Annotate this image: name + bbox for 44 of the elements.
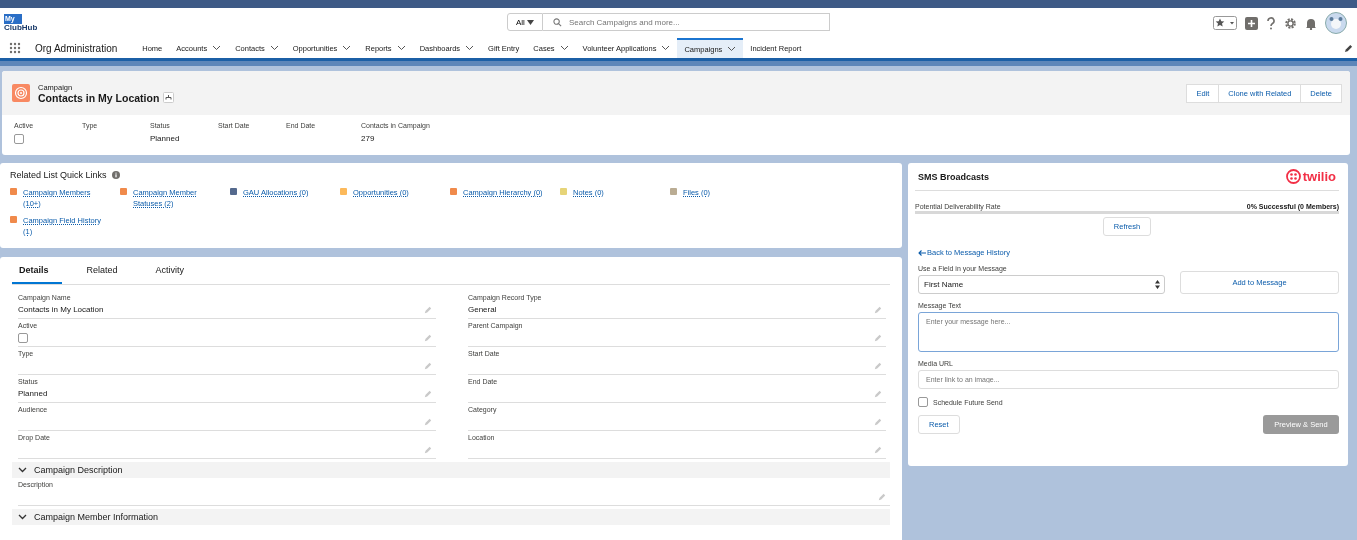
highlight-value: Planned [150, 134, 181, 143]
settings-icon[interactable] [1284, 16, 1297, 30]
brand-name: twilio [1302, 169, 1336, 184]
chevron-down-icon[interactable] [342, 45, 352, 51]
campaign-target-icon [12, 84, 30, 102]
chevron-down-icon[interactable] [212, 45, 222, 51]
notifications-bell-icon[interactable] [1305, 16, 1317, 30]
chevron-down-icon[interactable] [269, 45, 279, 51]
chevron-down-icon[interactable] [559, 45, 569, 51]
brand-logo-icon [1285, 169, 1301, 184]
field-value: General [468, 305, 497, 314]
chevron-down-icon[interactable] [465, 45, 475, 51]
chevron-down-icon [18, 514, 27, 520]
quick-links-title: Related List Quick Links [10, 170, 107, 180]
search-scope-dropdown[interactable]: All [507, 13, 543, 31]
field-value: Contacts in My Location [18, 305, 104, 314]
highlight-value: 279 [361, 134, 376, 143]
section-header[interactable]: Campaign Member Information [12, 509, 890, 525]
back-arrow-icon [918, 249, 926, 256]
chevron-down-icon[interactable] [396, 45, 406, 51]
help-icon[interactable] [1266, 16, 1276, 30]
caret-icon [527, 19, 535, 25]
search-field[interactable]: Search Campaigns and more... [543, 13, 830, 31]
sms-panel-title: SMS Broadcasts [918, 171, 990, 182]
section-header[interactable]: Campaign Description [12, 462, 890, 478]
up-down-arrows-icon [1155, 280, 1160, 289]
app-name: Org Administration [35, 42, 118, 54]
edit-pencil-icon[interactable] [1344, 43, 1353, 53]
field-select[interactable]: First Name [918, 275, 1165, 294]
schedule-checkbox[interactable] [918, 397, 928, 407]
chevron-down-icon[interactable] [727, 46, 737, 52]
field-value: Planned [18, 389, 48, 398]
app-launcher-icon[interactable] [9, 42, 21, 54]
hierarchy-icon[interactable] [163, 92, 175, 103]
avatar-icon[interactable] [1325, 12, 1347, 34]
add-icon[interactable] [1245, 16, 1258, 30]
chevron-down-icon [18, 467, 27, 473]
search-icon [553, 18, 562, 27]
record-tab[interactable]: Related [73, 257, 131, 284]
record-tab[interactable]: Details [12, 257, 62, 284]
record-tab[interactable]: Activity [142, 257, 198, 284]
chevron-down-icon[interactable] [661, 45, 671, 51]
info-icon[interactable] [111, 171, 120, 179]
record-title: Contacts in My Location [38, 91, 160, 104]
